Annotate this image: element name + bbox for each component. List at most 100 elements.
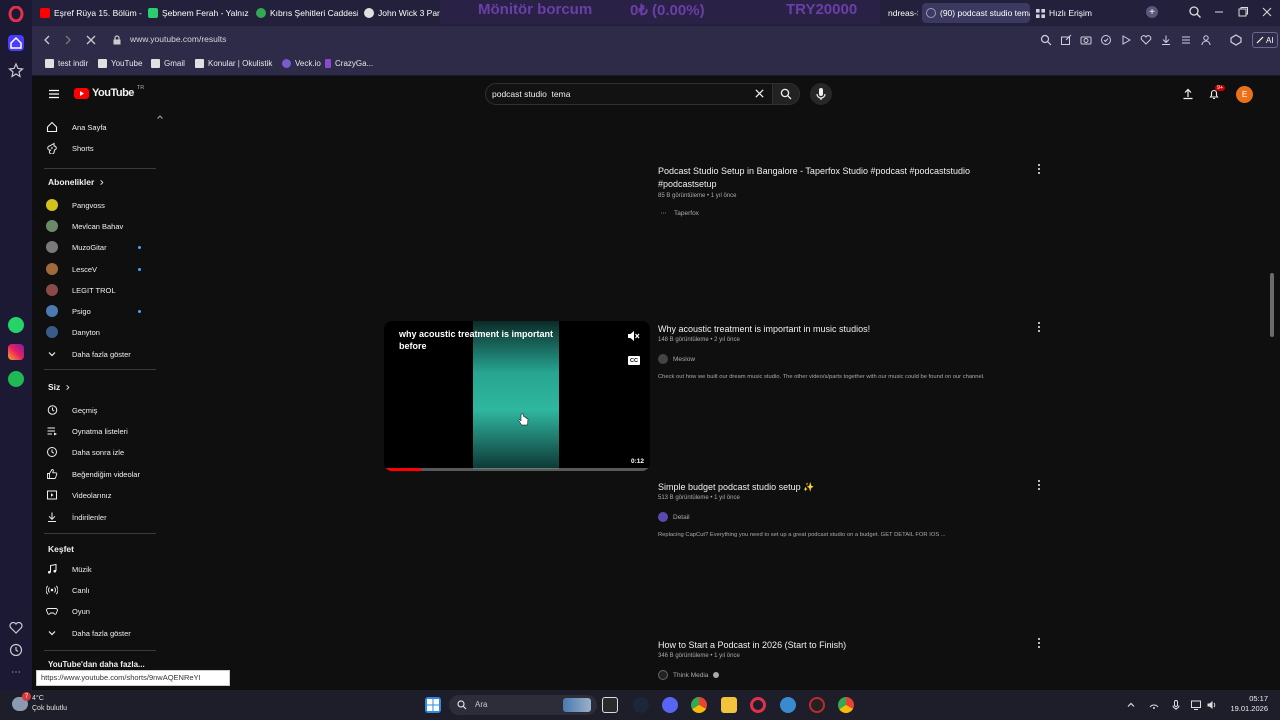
sidebar-item-liked[interactable]: Beğendiğim videolar [46,468,140,480]
voice-search-icon[interactable] [810,83,832,105]
hamburger-menu-icon[interactable] [48,88,60,100]
show-more-explore[interactable]: Daha fazla göster [46,627,131,639]
sidebar-item-sub-1[interactable]: Mevlcan Bahav [46,220,123,232]
tab-2[interactable]: Şebnem Ferah - Yalnız - / [144,3,250,23]
result-title[interactable]: Why acoustic treatment is important in m… [658,323,998,336]
discord-icon[interactable] [662,697,678,713]
download-icon[interactable] [1160,34,1172,46]
search-tabs-icon[interactable] [1188,5,1202,19]
instagram-icon[interactable] [8,344,24,360]
sidebar-item-gaming[interactable]: Oyun [46,605,90,617]
home-icon[interactable] [8,35,24,51]
clock[interactable]: 05:17 19.01.2026 [1224,694,1268,714]
result-title[interactable]: Podcast Studio Setup in Bangalore - Tape… [658,165,998,191]
sidebar-item-shorts[interactable]: Shorts [46,142,94,154]
sidebar-item-watch-later[interactable]: Daha sonra izle [46,446,124,458]
extension-icon[interactable] [1230,34,1242,46]
url-field[interactable]: www.youtube.com/results [130,34,226,44]
video-hover-preview[interactable]: why acoustic treatment is important befo… [384,321,650,471]
sidebar-item-downloads[interactable]: İndirilenler [46,511,107,523]
display-icon[interactable] [1190,699,1202,711]
taskbar-search[interactable]: Ara [449,695,597,715]
result-channel[interactable]: ⋯ Taperfox [658,210,699,217]
youtube-logo[interactable]: YouTube TR [74,85,144,99]
tab-1[interactable]: Eşref Rüya 15. Bölüm - Yı [36,3,142,23]
progress-bar[interactable] [384,468,422,471]
star-icon[interactable] [8,62,24,78]
spotify-icon[interactable] [8,371,24,387]
shield-icon[interactable] [1100,34,1112,46]
sidebar-item-music[interactable]: Müzik [46,563,92,575]
sidebar-item-sub-0[interactable]: Pangvoss [46,199,105,211]
back-icon[interactable] [40,33,54,47]
settings-gear-icon[interactable] [780,697,796,713]
more-actions-icon[interactable] [1035,479,1043,491]
bookmark-okulistik[interactable]: Konular | Okulistik [195,59,272,68]
menu-icon[interactable] [1180,34,1192,46]
bookmark-veck[interactable]: Veck.io [282,59,321,68]
sidebar-item-sub-5[interactable]: Psigo [46,305,91,317]
tab-active[interactable]: (90) podcast studio tema [922,3,1030,23]
sidebar-item-home[interactable]: Ana Sayfa [46,121,107,133]
opera-icon[interactable] [750,697,766,713]
chrome-profile-icon[interactable] [838,697,854,713]
captions-icon[interactable]: CC [628,356,640,365]
more-actions-icon[interactable] [1035,321,1043,333]
opera-logo-icon[interactable] [8,6,24,22]
tab-5[interactable]: ndreas-Steam [884,3,918,23]
lock-icon[interactable] [112,35,122,45]
new-tab-icon[interactable]: + [1146,6,1158,18]
scrollbar-thumb[interactable] [1270,273,1274,337]
bookmark-heart-icon[interactable] [1140,34,1152,46]
history-icon[interactable] [8,642,24,658]
stop-icon[interactable] [84,33,98,47]
whatsapp-icon[interactable] [8,317,24,333]
result-channel[interactable]: Think Media [658,670,720,680]
file-explorer-icon[interactable] [721,697,737,713]
microphone-icon[interactable] [1170,699,1182,711]
network-icon[interactable] [1148,699,1160,711]
player-icon[interactable] [1120,34,1132,46]
sidebar-item-sub-4[interactable]: LEGIT TROL [46,284,116,296]
sidebar-item-sub-3[interactable]: LesceV [46,263,97,275]
you-heading[interactable]: Siz [48,382,71,392]
result-channel[interactable]: Meslow [658,354,695,364]
bookmark-test-indir[interactable]: test indir [45,59,88,68]
profile-icon[interactable] [1200,34,1212,46]
chrome-icon[interactable] [691,697,707,713]
sidebar-item-sub-6[interactable]: Danyton [46,326,100,338]
chevron-up-icon[interactable] [156,113,164,121]
task-view-icon[interactable] [602,697,618,713]
show-more-subscriptions[interactable]: Daha fazla göster [46,348,131,360]
avatar[interactable]: E [1236,86,1253,103]
sidebar-item-history[interactable]: Geçmiş [46,404,97,416]
more-actions-icon[interactable] [1035,163,1043,175]
subscriptions-heading[interactable]: Abonelikler [48,177,105,187]
sidebar-item-live[interactable]: Canlı [46,584,90,596]
ai-button[interactable]: AI [1252,32,1278,48]
search-button[interactable] [772,83,800,105]
result-title[interactable]: How to Start a Podcast in 2026 (Start to… [658,639,998,652]
mute-icon[interactable] [626,329,640,343]
share-icon[interactable] [1060,34,1072,46]
minimize-icon[interactable] [1212,5,1226,19]
sidebar-item-playlists[interactable]: Oynatma listeleri [46,425,128,437]
bookmark-youtube[interactable]: YouTube [98,59,142,68]
result-channel[interactable]: Detail [658,512,690,522]
game-app-icon[interactable] [809,697,825,713]
camera-icon[interactable] [1080,34,1092,46]
tab-3[interactable]: Kıbrıs Şehitleri Caddesi - [252,3,358,23]
find-icon[interactable] [1040,34,1052,46]
steam-icon[interactable] [633,697,649,713]
sidebar-item-sub-2[interactable]: MuzoGitar [46,241,107,253]
forward-icon[interactable] [61,33,75,47]
more-icon[interactable]: ⋯ [8,664,24,680]
heart-icon[interactable] [8,620,24,636]
windows-start-icon[interactable] [425,697,441,713]
restore-icon[interactable] [1236,5,1250,19]
weather-widget[interactable]: 7 4°C Çok bulutlu [12,692,67,714]
volume-icon[interactable] [1206,699,1218,711]
close-window-icon[interactable] [1260,5,1274,19]
search-input[interactable] [492,88,742,100]
sidebar-item-your-videos[interactable]: Videolarınız [46,489,111,501]
